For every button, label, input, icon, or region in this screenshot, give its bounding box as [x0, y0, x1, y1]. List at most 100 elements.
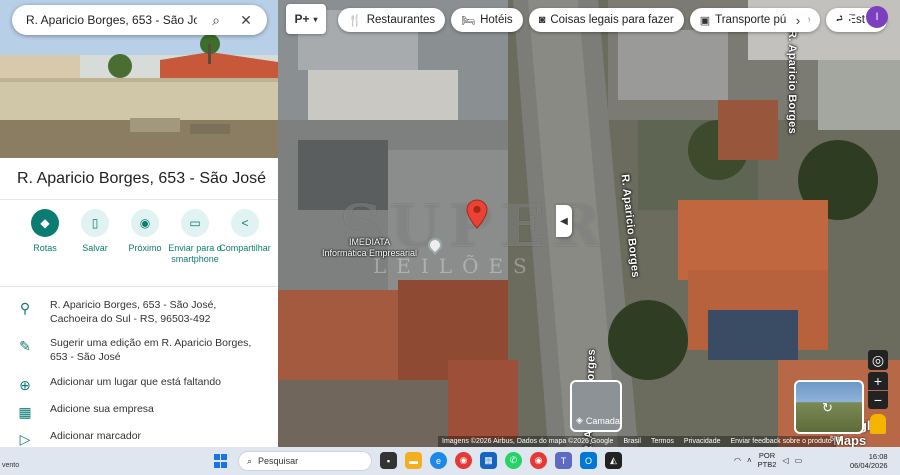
chrome-icon[interactable]: ◉: [455, 452, 472, 469]
language-indicator[interactable]: POR PTB2: [758, 451, 777, 469]
transit-icon: ▣: [699, 14, 711, 27]
pencil-icon: ✎: [19, 338, 31, 354]
task-view-icon[interactable]: ▪: [380, 452, 397, 469]
add-business-row[interactable]: ▦ Adicione sua empresa: [0, 402, 278, 421]
street-view-thumbnail[interactable]: ↻: [794, 380, 864, 434]
action-label: Enviar para o smartphone: [168, 243, 222, 264]
location-pin-icon: ⚲: [19, 300, 31, 316]
send-to-phone-icon: ▭: [181, 209, 209, 237]
search-icon[interactable]: ⌕: [205, 12, 227, 29]
street-label: R. Aparicio Borges: [786, 30, 798, 135]
date: 06/04/2026: [850, 461, 888, 470]
place-panel: R. Aparicio Borges, 653 - São José ⌕ ✕ R…: [0, 0, 278, 447]
windows-start-icon[interactable]: [214, 454, 228, 468]
search-icon: ⌕: [247, 455, 253, 466]
language-code: POR: [758, 451, 776, 460]
weather-widget-text[interactable]: vento: [2, 462, 19, 469]
app-icon[interactable]: ◭: [605, 452, 622, 469]
terms-link[interactable]: Termos: [651, 438, 674, 445]
send-to-phone-button[interactable]: ▭ Enviar para o smartphone: [168, 209, 222, 265]
chip-things-to-do[interactable]: ◙ Coisas legais para fazer: [528, 8, 684, 32]
privacy-link[interactable]: Privacidade: [684, 438, 721, 445]
address-text: R. Aparicio Borges, 653 - São José, Cach…: [50, 299, 217, 325]
place-title: R. Aparicio Borges, 653 - São José: [17, 170, 267, 187]
layers-label: Camadas: [585, 415, 622, 426]
action-label: Rotas: [33, 243, 57, 253]
battery-icon[interactable]: ▭: [795, 456, 803, 465]
add-business-text: Adicione sua empresa: [50, 403, 154, 415]
poi-label[interactable]: IMEDIATA Informática Empresarial: [322, 237, 417, 259]
chevron-left-icon: ◀: [560, 215, 568, 227]
divider: [0, 286, 278, 287]
keyboard-layout: PTB2: [757, 460, 777, 469]
windows-taskbar: vento ⌕ Pesquisar ▪ ▬ e ◉ ▦ ✆ ◉ T O ◭ ◠ …: [0, 447, 900, 475]
collapse-panel-button[interactable]: ◀: [556, 205, 572, 237]
my-location-button[interactable]: ◎: [868, 350, 888, 370]
chip-restaurants[interactable]: 🍴 Restaurantes: [338, 8, 446, 32]
rotate-icon: ↻: [822, 400, 833, 415]
attribution-bar: Imagens ©2026 Airbus, Dados do mapa ©202…: [438, 436, 836, 447]
camera-icon: ◙: [538, 14, 546, 26]
wifi-icon[interactable]: ◠: [734, 456, 741, 465]
suggest-edit-row[interactable]: ✎ Sugerir uma edição em R. Aparicio Borg…: [0, 336, 278, 364]
whatsapp-icon[interactable]: ✆: [505, 452, 522, 469]
search-box[interactable]: R. Aparicio Borges, 653 - São José ⌕ ✕: [12, 5, 267, 35]
action-label: Compartilhar: [219, 243, 271, 253]
account-avatar[interactable]: I: [866, 6, 888, 28]
pegman-icon[interactable]: [870, 414, 886, 434]
action-label: Próximo: [128, 243, 162, 253]
directions-button[interactable]: ◆ Rotas: [20, 209, 70, 265]
layers-icon: ◈: [576, 415, 583, 425]
scale-bar[interactable]: 5 m: [830, 436, 842, 443]
chip-hotels[interactable]: 🛏 Hotéis: [451, 8, 523, 32]
map-type-label: P+: [294, 12, 310, 26]
nearby-icon: ◉: [131, 209, 159, 237]
feedback-link[interactable]: Enviar feedback sobre o produto: [730, 438, 831, 445]
add-label-text: Adicionar marcador: [50, 430, 142, 442]
taskbar-search-placeholder: Pesquisar: [258, 456, 299, 466]
share-button[interactable]: < Compartilhar: [219, 209, 271, 265]
imagery-credit: Imagens ©2026 Airbus, Dados do mapa ©202…: [442, 438, 614, 445]
add-label-row[interactable]: ▷ Adicionar marcador: [0, 429, 278, 447]
add-place-text: Adicionar um lugar que está faltando: [50, 376, 222, 388]
add-place-row[interactable]: ⊕ Adicionar um lugar que está faltando: [0, 375, 278, 394]
volume-icon[interactable]: ◁: [782, 456, 788, 465]
time: 16:08: [868, 452, 888, 461]
taskbar-apps: ▪ ▬ e ◉ ▦ ✆ ◉ T O ◭: [380, 452, 622, 469]
file-explorer-icon[interactable]: ▬: [405, 452, 422, 469]
close-icon[interactable]: ✕: [235, 12, 257, 29]
nearby-button[interactable]: ◉ Próximo: [120, 209, 170, 265]
google-apps-icon[interactable]: [836, 9, 852, 25]
app-window: R. Aparicio Borges R. Aparicio Borges R.…: [0, 0, 900, 475]
share-icon: <: [231, 209, 259, 237]
restaurant-icon: 🍴: [348, 14, 362, 27]
plus-icon: +: [873, 373, 883, 389]
system-tray: ◠ ˄ POR PTB2 ◁ ▭: [734, 451, 802, 469]
search-input[interactable]: R. Aparicio Borges, 653 - São José: [26, 13, 197, 27]
location-marker-icon[interactable]: [466, 199, 488, 229]
chevron-right-icon: ›: [795, 12, 801, 28]
map-type-button[interactable]: P+ ▾: [286, 4, 326, 34]
edge-icon[interactable]: e: [430, 452, 447, 469]
clock[interactable]: 16:08 06/04/2026: [850, 452, 888, 470]
suggest-edit-text: Sugerir uma edição em R. Aparicio Borges…: [50, 337, 252, 363]
bookmark-icon: ▯: [81, 209, 109, 237]
minus-icon: −: [873, 392, 883, 408]
outlook-icon[interactable]: O: [580, 452, 597, 469]
add-place-icon: ⊕: [19, 377, 31, 393]
save-button[interactable]: ▯ Salvar: [70, 209, 120, 265]
address-row[interactable]: ⚲ R. Aparicio Borges, 653 - São José, Ca…: [0, 298, 278, 326]
divider: [0, 199, 278, 200]
zoom-out-button[interactable]: −: [868, 391, 888, 409]
store-icon[interactable]: ▦: [480, 452, 497, 469]
crosshair-icon: ◎: [871, 351, 885, 368]
teams-icon[interactable]: T: [555, 452, 572, 469]
chip-label: Restaurantes: [366, 14, 436, 26]
country-link[interactable]: Brasil: [623, 438, 641, 445]
chrome-profile-icon[interactable]: ◉: [530, 452, 547, 469]
zoom-in-button[interactable]: +: [868, 372, 888, 390]
taskbar-search[interactable]: ⌕ Pesquisar: [238, 451, 372, 471]
chevron-up-icon[interactable]: ˄: [747, 456, 752, 465]
layers-button[interactable]: ◈ Camadas: [570, 380, 622, 432]
chip-label: Hotéis: [480, 14, 513, 26]
